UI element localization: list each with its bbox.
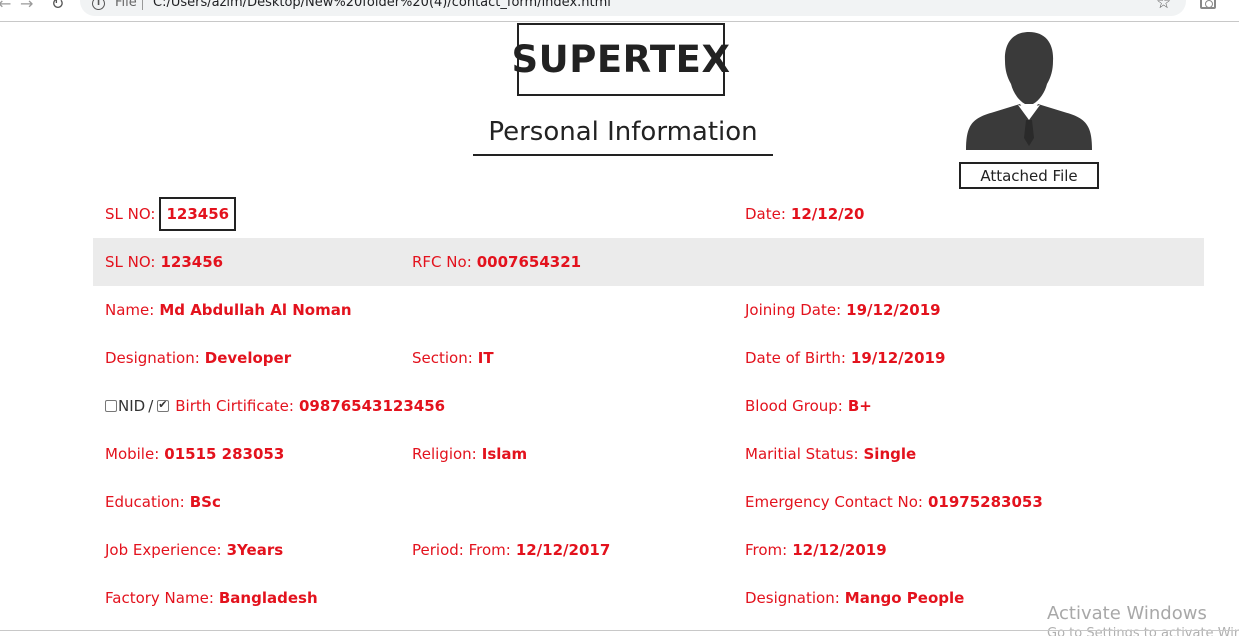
date-of-birth-value: 19/12/2019 (850, 349, 946, 367)
id-document-field: NID / Birth Cirtificate: 09876543123456 (105, 382, 445, 430)
date-of-birth-field: Date of Birth: 19/12/2019 (745, 334, 945, 382)
name-label: Name: (105, 301, 155, 319)
form-row: NID / Birth Cirtificate: 09876543123456 … (93, 382, 1204, 430)
mobile-value: 01515 283053 (164, 445, 285, 463)
nid-checkbox[interactable] (105, 400, 117, 412)
section-value: IT (477, 349, 494, 367)
blood-group-field: Blood Group: B+ (745, 382, 872, 430)
section-label: Section: (412, 349, 473, 367)
sl-no-field: SL NO: 123456 (105, 238, 223, 286)
emergency-contact-label: Emergency Contact No: (745, 493, 923, 511)
form-row: Designation: Developer Section: IT Date … (93, 334, 1204, 382)
activate-windows-title: Activate Windows (1047, 603, 1207, 624)
period-to-field: From: 12/12/2019 (745, 526, 887, 574)
back-arrow-icon[interactable]: ← (0, 0, 11, 13)
previous-designation-field: Designation: Mango People (745, 574, 964, 622)
birth-certificate-label: Birth Cirtificate: (175, 397, 294, 415)
date-of-birth-label: Date of Birth: (745, 349, 846, 367)
previous-designation-label: Designation: (745, 589, 840, 607)
url-text[interactable]: C:/Users/azim/Desktop/New%20folder%20(4)… (153, 0, 611, 10)
url-scheme-label: File (115, 0, 137, 10)
education-field: Education: BSc (105, 478, 221, 526)
mobile-field: Mobile: 01515 283053 (105, 430, 284, 478)
window-bottom-edge (0, 630, 1239, 631)
form-row: Job Experience: 3Years Period: From: 12/… (93, 526, 1204, 574)
sl-no-label: SL NO: (105, 253, 156, 271)
attached-file-button[interactable]: Attached File (959, 162, 1099, 189)
joining-date-value: 19/12/2019 (846, 301, 941, 319)
sl-no-field: SL NO: 123456 (105, 190, 237, 238)
address-separator (142, 0, 143, 10)
bookmark-star-icon[interactable]: ☆ (1156, 0, 1171, 13)
rfc-no-field: RFC No: 0007654321 (412, 238, 581, 286)
designation-label: Designation: (105, 349, 200, 367)
designation-value: Developer (204, 349, 292, 367)
browser-toolbar: ← → ↻ i File C:/Users/azim/Desktop/New%2… (0, 0, 1239, 22)
period-from-label: Period: From: (412, 541, 511, 559)
emergency-contact-value: 01975283053 (927, 493, 1043, 511)
form-row: Name: Md Abdullah Al Noman Joining Date:… (93, 286, 1204, 334)
previous-designation-value: Mango People (844, 589, 965, 607)
job-experience-field: Job Experience: 3Years (105, 526, 283, 574)
job-experience-value: 3Years (226, 541, 284, 559)
sl-no-value: 123456 (160, 253, 224, 271)
reload-icon[interactable]: ↻ (51, 0, 64, 13)
period-to-value: 12/12/2019 (792, 541, 887, 559)
id-separator: / (148, 397, 154, 415)
designation-field: Designation: Developer (105, 334, 291, 382)
form-row: Factory Name: Bangladesh Designation: Ma… (93, 574, 1204, 622)
birth-certificate-checkbox[interactable] (157, 398, 170, 412)
rfc-no-label: RFC No: (412, 253, 472, 271)
blood-group-label: Blood Group: (745, 397, 843, 415)
marital-status-field: Maritial Status: Single (745, 430, 916, 478)
marital-status-label: Maritial Status: (745, 445, 859, 463)
rfc-no-value: 0007654321 (476, 253, 582, 271)
sl-no-label: SL NO: (105, 205, 156, 223)
job-experience-label: Job Experience: (105, 541, 222, 559)
date-field: Date: 12/12/20 (745, 190, 865, 238)
page-title: Personal Information (473, 117, 773, 156)
blood-group-value: B+ (847, 397, 872, 415)
date-label: Date: (745, 205, 786, 223)
activate-windows-subtitle: Go to Settings to activate Windows. (1047, 626, 1239, 636)
forward-arrow-icon[interactable]: → (20, 0, 33, 13)
period-from-field: Period: From: 12/12/2017 (412, 526, 610, 574)
birth-certificate-value: 09876543123456 (298, 397, 446, 415)
camera-icon[interactable] (1200, 0, 1216, 9)
nid-label: NID (118, 397, 146, 415)
factory-name-field: Factory Name: Bangladesh (105, 574, 318, 622)
company-logo-box: SUPERTEX (512, 23, 730, 96)
info-icon[interactable]: i (92, 0, 105, 10)
profile-silhouette-icon (966, 32, 1092, 150)
religion-label: Religion: (412, 445, 477, 463)
joining-date-label: Joining Date: (745, 301, 842, 319)
mobile-label: Mobile: (105, 445, 160, 463)
period-from-value: 12/12/2017 (515, 541, 611, 559)
form-row: SL NO: 123456 RFC No: 0007654321 (93, 238, 1204, 286)
period-to-label: From: (745, 541, 788, 559)
education-label: Education: (105, 493, 185, 511)
form-row: SL NO: 123456 Date: 12/12/20 (93, 190, 1204, 238)
emergency-contact-field: Emergency Contact No: 01975283053 (745, 478, 1043, 526)
name-value: Md Abdullah Al Noman (159, 301, 352, 319)
joining-date-field: Joining Date: 19/12/2019 (745, 286, 941, 334)
factory-name-value: Bangladesh (218, 589, 318, 607)
company-logo: SUPERTEX (511, 38, 731, 81)
form-row: Education: BSc Emergency Contact No: 019… (93, 478, 1204, 526)
religion-value: Islam (481, 445, 528, 463)
section-field: Section: IT (412, 334, 494, 382)
name-field: Name: Md Abdullah Al Noman (105, 286, 352, 334)
form-row: Mobile: 01515 283053 Religion: Islam Mar… (93, 430, 1204, 478)
factory-name-label: Factory Name: (105, 589, 214, 607)
education-value: BSc (189, 493, 221, 511)
date-value: 12/12/20 (790, 205, 865, 223)
sl-no-value: 123456 (159, 197, 237, 231)
religion-field: Religion: Islam (412, 430, 527, 478)
address-bar[interactable]: i File C:/Users/azim/Desktop/New%20folde… (80, 0, 1186, 16)
marital-status-value: Single (863, 445, 917, 463)
